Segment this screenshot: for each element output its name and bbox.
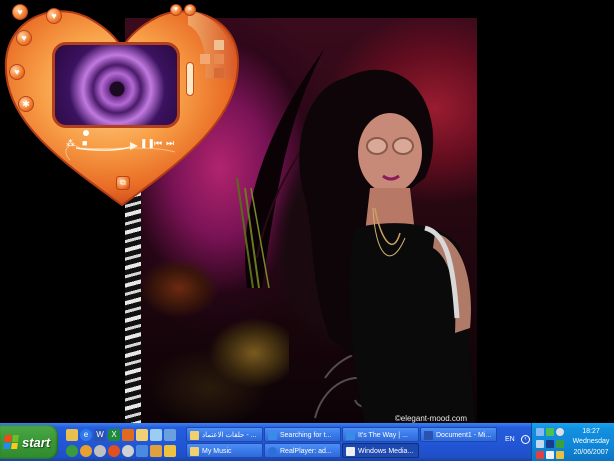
previous-icon[interactable]: ⏮: [154, 138, 162, 149]
volume-icon[interactable]: [136, 445, 148, 457]
heart-icon[interactable]: ♥: [16, 30, 32, 46]
internet-explorer-icon[interactable]: e: [80, 429, 92, 441]
antivirus-icon[interactable]: [536, 451, 544, 459]
wallpaper-flowers: [139, 258, 289, 423]
wallpaper-woman-figure: [299, 69, 475, 423]
seek-knob[interactable]: [83, 130, 89, 136]
taskbar-button-label: Searching for t...: [280, 432, 332, 439]
taskbar-button[interactable]: It's The Way | ...: [342, 427, 419, 442]
security-icon[interactable]: [546, 428, 554, 436]
pause-icon[interactable]: ❚❚: [140, 138, 155, 149]
app-tray-icon[interactable]: [556, 451, 564, 459]
taskbar-button[interactable]: RealPlayer: ad...: [264, 443, 341, 458]
heart-icon[interactable]: ♥: [12, 4, 28, 20]
media-player-icon[interactable]: [164, 429, 176, 441]
ie-icon: [346, 431, 355, 440]
folder-icon: [190, 431, 199, 440]
paint-icon[interactable]: [122, 429, 134, 441]
network-icon[interactable]: [536, 428, 544, 436]
winamp-icon[interactable]: [122, 445, 134, 457]
volume-tray-icon[interactable]: [546, 451, 554, 459]
shuffle-icon[interactable]: ⁂: [66, 138, 75, 149]
excel-icon[interactable]: X: [108, 429, 120, 441]
app-icon[interactable]: [164, 445, 176, 457]
word-icon: [424, 431, 433, 440]
app-tray-icon[interactable]: [546, 440, 554, 448]
taskbar-button-label: RealPlayer: ad...: [280, 448, 332, 455]
minimize-icon[interactable]: ♥: [170, 4, 182, 16]
ie-icon: [268, 431, 277, 440]
show-desktop-icon[interactable]: [66, 429, 78, 441]
taskbar-button-label: Document1 - Mi...: [436, 432, 492, 439]
realplayer-icon: [268, 447, 277, 456]
messenger-tray-icon[interactable]: [556, 428, 564, 436]
taskbar-button-label: حلقات الاعتماد - ...: [202, 432, 257, 439]
taskbar-button[interactable]: Document1 - Mi...: [420, 427, 497, 442]
firefox-icon[interactable]: [108, 445, 120, 457]
outlook-icon[interactable]: [80, 445, 92, 457]
excel-tray-icon[interactable]: [556, 440, 564, 448]
clock-time[interactable]: 18:27: [569, 428, 613, 435]
media-player-icon: [346, 447, 355, 456]
taskbar-button[interactable]: My Music: [186, 443, 263, 458]
taskbar-button[interactable]: حلقات الاعتماد - ...: [186, 427, 263, 442]
stop-icon[interactable]: ■: [82, 138, 87, 148]
taskbar-button-label: My Music: [202, 448, 232, 455]
playback-controls: ⁂ ■ ❚❚ ⏮ ⏭: [62, 132, 180, 158]
taskbar-button-label: It's The Way | ...: [358, 432, 408, 439]
start-label: start: [22, 434, 51, 450]
media-player-window[interactable]: ♥ ♥ ♥ ♥ ✱ ♥ × ⁂ ■ ❚❚ ⏮ ⏭ ⧉: [0, 0, 245, 215]
heart-icon[interactable]: ♥: [9, 64, 25, 80]
taskbar-button-label: Windows Media...: [358, 448, 414, 455]
next-icon[interactable]: ⏭: [166, 138, 174, 149]
windows-logo-icon: [3, 435, 19, 449]
wallpaper-watermark: ©elegant-mood.com: [394, 414, 467, 423]
clock-day[interactable]: Wednesday: [569, 438, 613, 445]
messenger-icon[interactable]: [66, 445, 78, 457]
taskbar-button[interactable]: Searching for t...: [264, 427, 341, 442]
chevron-left-icon[interactable]: ‹: [521, 435, 530, 444]
star-icon[interactable]: ✱: [18, 96, 34, 112]
start-button[interactable]: start: [0, 425, 58, 459]
language-indicator[interactable]: EN: [505, 436, 515, 443]
windows-explorer-icon[interactable]: [136, 429, 148, 441]
word-icon[interactable]: W: [94, 429, 106, 441]
clock-date[interactable]: 20/06/2007: [569, 449, 613, 456]
realplayer-icon[interactable]: [94, 445, 106, 457]
volume-slider[interactable]: [186, 62, 194, 96]
notepad-icon[interactable]: [150, 429, 162, 441]
desktop[interactable]: ©elegant-mood.com ♥ ♥ ♥ ♥ ✱ ♥ × ⁂ ■ ❚❚ ⏮…: [0, 0, 614, 461]
heart-icon[interactable]: ♥: [46, 8, 62, 24]
close-icon[interactable]: ×: [184, 4, 196, 16]
display-icon[interactable]: [536, 440, 544, 448]
folder-icon: [190, 447, 199, 456]
resize-icon[interactable]: ⧉: [116, 176, 130, 190]
app-icon[interactable]: [150, 445, 162, 457]
video-display: [52, 42, 180, 128]
taskbar-button-active[interactable]: Windows Media...: [342, 443, 419, 458]
